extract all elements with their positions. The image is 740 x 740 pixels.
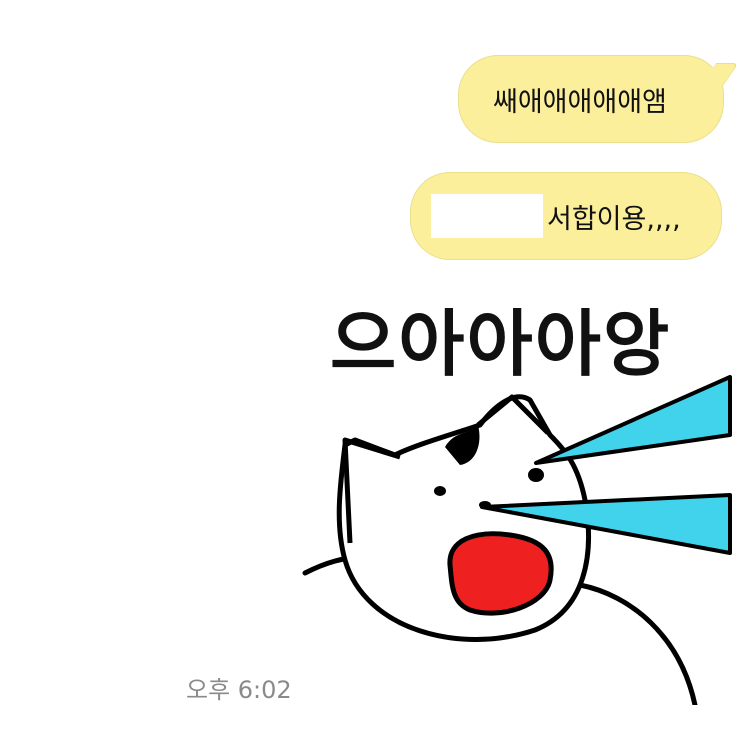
cat-sticker[interactable]: 으아아아앙	[300, 285, 740, 705]
screaming-cat-illustration	[302, 375, 732, 705]
cat-back-outline	[577, 582, 698, 705]
redaction-box	[431, 194, 543, 238]
cat-left-eye	[434, 486, 446, 496]
message-text: 쌔애애애애애앰	[493, 86, 667, 118]
cat-mouth	[447, 531, 554, 616]
scream-beam-upper	[534, 375, 732, 465]
message-text: 서합이용,,,,	[547, 203, 681, 235]
chat-area: 쌔애애애애애앰 서합이용,,,, 으아아아앙 오후 6:02	[0, 0, 740, 740]
message-bubble[interactable]: 서합이용,,,,	[410, 172, 722, 260]
message-timestamp: 오후 6:02	[186, 676, 292, 704]
cat-right-eye	[528, 468, 544, 482]
message-bubble[interactable]: 쌔애애애애애앰	[458, 55, 724, 143]
